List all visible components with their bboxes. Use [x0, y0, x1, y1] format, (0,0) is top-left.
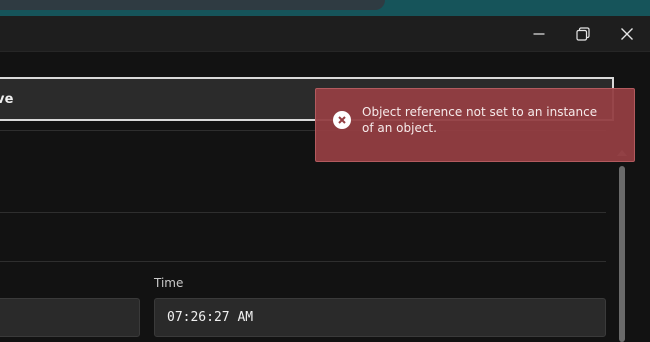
close-button[interactable]	[605, 16, 649, 52]
app-window: ve Time 07:26:27 AM Object reference not…	[0, 0, 650, 342]
error-message: Object reference not set to an instance …	[362, 105, 598, 135]
error-toast[interactable]: Object reference not set to an instance …	[315, 88, 635, 162]
combobox-value: ve	[0, 92, 14, 107]
background-strip-shape	[0, 0, 385, 10]
error-circle-icon	[333, 111, 351, 129]
vertical-scrollbar[interactable]	[614, 148, 630, 342]
divider	[0, 212, 606, 213]
time-input[interactable]: 07:26:27 AM	[154, 298, 606, 337]
minimize-button[interactable]	[517, 16, 561, 52]
close-icon	[621, 28, 633, 40]
time-value: 07:26:27 AM	[167, 310, 254, 325]
divider	[0, 261, 606, 262]
scrollbar-thumb[interactable]	[619, 166, 625, 342]
time-label: Time	[154, 276, 184, 290]
title-bar	[0, 16, 650, 52]
minimize-icon	[533, 33, 545, 35]
date-input[interactable]	[0, 298, 140, 337]
restore-icon	[576, 27, 590, 41]
restore-button[interactable]	[561, 16, 605, 52]
background-strip	[0, 0, 650, 16]
